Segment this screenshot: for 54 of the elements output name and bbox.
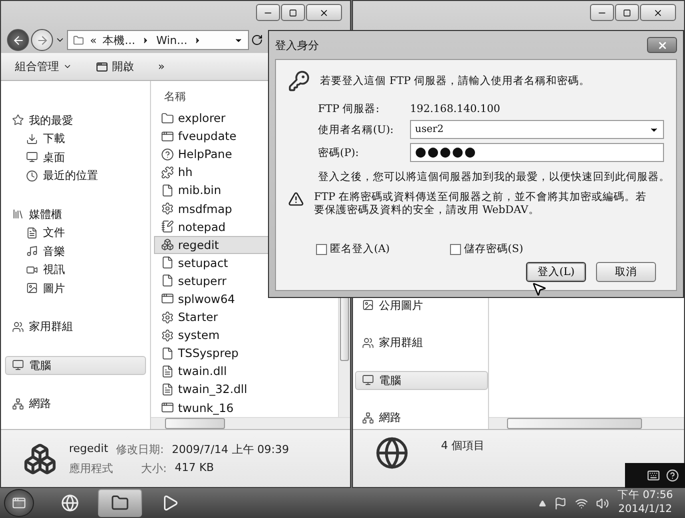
nav-item[interactable]: 媒體櫃 — [5, 205, 146, 224]
nav-item[interactable]: 電腦 — [5, 356, 146, 374]
server-label: FTP 伺服器: — [318, 102, 380, 116]
size-label: 大小: — [141, 460, 167, 476]
file-item[interactable]: twunk_16 — [154, 398, 338, 417]
address-bar[interactable]: « 本機... Win... — [67, 30, 249, 50]
breadcrumb[interactable]: Win... — [156, 34, 188, 46]
password-label: 密碼(P): — [318, 146, 360, 160]
file-type: 應用程式 — [69, 460, 113, 476]
nav-item[interactable]: 公用圖片 — [355, 296, 488, 314]
nav-item[interactable]: 下載 — [5, 130, 146, 148]
open-button[interactable]: 開啟 — [94, 57, 136, 76]
breadcrumb-overflow[interactable]: « — [90, 34, 97, 46]
file-item[interactable]: setupact — [154, 254, 338, 272]
password-field[interactable]: ●●●●● — [410, 143, 664, 162]
nav-item[interactable]: 音樂 — [5, 242, 146, 260]
username-field[interactable]: user2 — [410, 120, 664, 139]
warning-text: FTP 在將密碼或資料傳送至伺服器之前，並不會將其加密或編碼。若要保護密碼及資料的安全，請改用 WebDAV。 — [314, 191, 648, 218]
nav-item[interactable]: 網路 — [5, 394, 146, 413]
nav-item[interactable]: 文件 — [5, 224, 146, 242]
file-item[interactable]: splwow64 — [154, 290, 338, 308]
file-item[interactable]: setuperr — [154, 272, 338, 290]
dialog-title: 登入身分 — [275, 38, 319, 52]
file-size: 417 KB — [174, 460, 214, 476]
nav-item[interactable]: 視訊 — [5, 260, 146, 279]
nav-item[interactable]: 圖片 — [5, 279, 146, 298]
nav-item[interactable]: 最近的位置 — [5, 166, 146, 185]
modified-date: 2009/7/14 上午 09:39 — [172, 442, 289, 456]
login-button[interactable]: 登入(L) — [526, 262, 586, 282]
more-button[interactable]: » — [156, 58, 167, 75]
cancel-button[interactable]: 取消 — [596, 262, 656, 282]
nav-item[interactable]: 桌面 — [5, 148, 146, 166]
clock[interactable]: 下午 07:56 2014/1/12 — [617, 489, 673, 517]
nav-item[interactable]: 電腦 — [355, 371, 488, 390]
file-item[interactable]: twain_32.dll — [154, 380, 338, 398]
server-address: 192.168.140.100 — [410, 103, 502, 115]
nav-item[interactable]: 家用群組 — [355, 334, 488, 352]
file-item[interactable]: Starter — [154, 308, 338, 326]
file-item[interactable]: notepad — [154, 218, 338, 236]
file-name: regedit — [69, 442, 108, 456]
nav-item[interactable]: 網路 — [355, 408, 488, 427]
item-count: 4 個項目 — [441, 438, 484, 453]
username-label: 使用者名稱(U): — [318, 122, 395, 136]
organize-menu[interactable]: 組合管理 — [13, 57, 74, 76]
intro-text: 若要登入這個 FTP 伺服器，請輸入使用者名稱和密碼。 — [320, 74, 590, 88]
file-item[interactable]: twain.dll — [154, 362, 338, 380]
breadcrumb[interactable]: 本機... — [102, 32, 136, 48]
nav-item[interactable]: 家用群組 — [5, 318, 146, 336]
checkbox[interactable]: 儲存密碼(S) — [450, 242, 524, 256]
file-item[interactable]: system — [154, 326, 338, 344]
info-text: 登入之後，您可以將這個伺服器加到我的最愛，以便快速回到此伺服器。 — [318, 171, 670, 183]
nav-item[interactable]: 我的最愛 — [5, 111, 146, 130]
modified-label: 修改日期: — [116, 442, 164, 456]
file-item[interactable]: TSSysprep — [154, 344, 338, 362]
